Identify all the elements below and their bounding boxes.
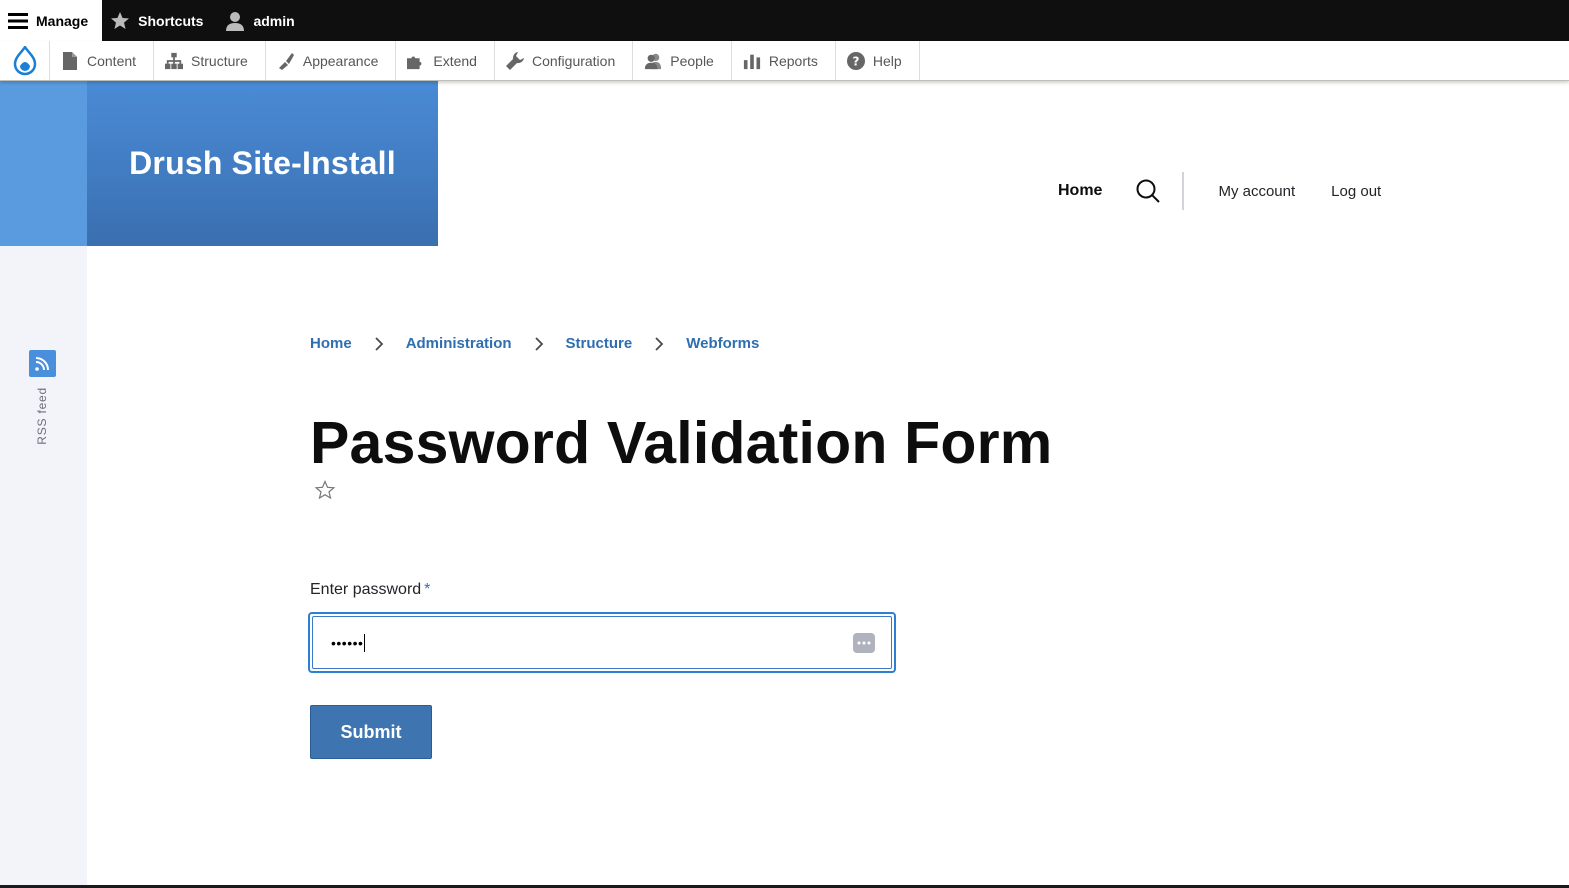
- password-manager-icon[interactable]: [853, 632, 875, 653]
- tray-item-people[interactable]: People: [633, 41, 732, 80]
- paintbrush-icon: [277, 52, 295, 70]
- help-icon: ?: [846, 51, 865, 70]
- main-navigation: Home My account Log out: [1040, 172, 1381, 210]
- password-label-text: Enter password: [310, 581, 422, 598]
- tray-item-help[interactable]: ? Help: [836, 41, 920, 80]
- password-input[interactable]: ••••••: [312, 616, 892, 669]
- tray-item-structure[interactable]: Structure: [154, 41, 266, 80]
- toolbar-shortcuts[interactable]: Shortcuts: [102, 0, 217, 41]
- tray-item-label: Reports: [768, 52, 818, 69]
- tray-item-content[interactable]: Content: [50, 41, 155, 80]
- toolbar-manage-label: Manage: [36, 12, 89, 29]
- tray-item-label: Help: [872, 52, 902, 69]
- hamburger-icon: [8, 11, 28, 31]
- breadcrumb-webforms[interactable]: Webforms: [686, 335, 759, 352]
- password-dots: ••••••: [331, 634, 364, 651]
- drupal-logo[interactable]: [0, 41, 50, 80]
- toolbar-user[interactable]: admin: [217, 0, 308, 41]
- password-value: ••••••: [331, 633, 853, 652]
- puzzle-icon: [407, 52, 425, 70]
- admin-toolbar: Manage Shortcuts admin: [0, 0, 1569, 41]
- admin-tray: Content Structure Appearance Extend Conf…: [0, 41, 1569, 81]
- required-marker: *: [424, 581, 431, 598]
- chevron-right-icon: [654, 336, 664, 351]
- password-label: Enter password *: [310, 581, 430, 599]
- nav-divider: [1182, 172, 1185, 210]
- tray-item-label: Configuration: [531, 52, 616, 69]
- breadcrumb-home[interactable]: Home: [310, 335, 352, 352]
- shortcut-star-icon[interactable]: [314, 479, 336, 500]
- toolbar-shortcuts-label: Shortcuts: [138, 12, 204, 29]
- nav-my-account-link[interactable]: My account: [1218, 183, 1295, 200]
- header-left-accent: [0, 81, 87, 246]
- structure-icon: [165, 52, 184, 70]
- nav-home-link[interactable]: Home: [1058, 182, 1102, 200]
- breadcrumb: Home Administration Structure Webforms: [310, 335, 759, 352]
- star-icon: [110, 11, 130, 31]
- site-name[interactable]: Drush Site-Install: [129, 145, 396, 182]
- drupal-drop-icon: [13, 45, 36, 75]
- breadcrumb-structure[interactable]: Structure: [566, 335, 633, 352]
- submit-button[interactable]: Submit: [310, 705, 432, 759]
- svg-text:?: ?: [852, 54, 859, 68]
- text-cursor: [364, 633, 366, 652]
- toolbar-user-label: admin: [253, 12, 295, 29]
- tray-item-label: Appearance: [302, 52, 379, 69]
- rss-icon: [28, 350, 56, 377]
- bar-chart-icon: [743, 52, 761, 70]
- tray-item-extend[interactable]: Extend: [396, 41, 495, 80]
- document-icon: [61, 51, 79, 70]
- nav-log-out-link[interactable]: Log out: [1331, 183, 1381, 200]
- tray-item-label: Extend: [433, 52, 477, 69]
- tray-item-appearance[interactable]: Appearance: [266, 41, 397, 80]
- search-icon[interactable]: [1136, 179, 1161, 203]
- page-title: Password Validation Form: [310, 410, 1053, 476]
- wrench-icon: [505, 51, 524, 70]
- chevron-right-icon: [534, 336, 544, 351]
- rss-feed-link[interactable]: RSS feed: [28, 350, 56, 445]
- breadcrumb-administration[interactable]: Administration: [406, 335, 512, 352]
- site-branding: Drush Site-Install: [87, 81, 438, 246]
- tray-item-label: Content: [87, 52, 137, 69]
- toolbar-manage[interactable]: Manage: [0, 0, 103, 41]
- tray-item-label: People: [670, 52, 714, 69]
- people-icon: [644, 52, 662, 70]
- tray-item-configuration[interactable]: Configuration: [495, 41, 634, 80]
- user-icon: [225, 11, 245, 31]
- chevron-right-icon: [374, 336, 384, 351]
- password-field-focus-ring: ••••••: [308, 612, 896, 673]
- rss-feed-label: RSS feed: [35, 387, 49, 445]
- tray-item-label: Structure: [191, 52, 248, 69]
- tray-item-reports[interactable]: Reports: [732, 41, 836, 80]
